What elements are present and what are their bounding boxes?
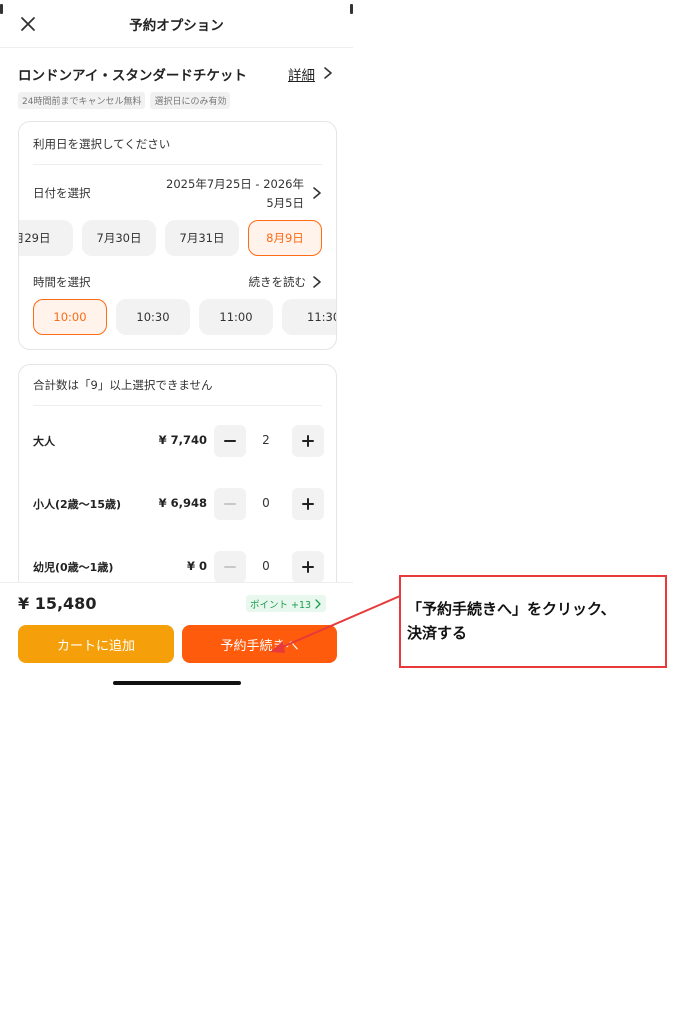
home-indicator bbox=[113, 681, 241, 685]
annotation-box: 「予約手続きへ」をクリック、 決済する bbox=[399, 575, 667, 668]
quantity-row-infant: 幼児(0歳〜1歳) ¥ 0 0 bbox=[19, 551, 336, 583]
add-to-cart-label: カートに追加 bbox=[56, 638, 135, 654]
ticket-tags: 24時間前までキャンセル無料 選択日にのみ有効 bbox=[18, 92, 231, 109]
schedule-card: 利用日を選択してください 日付を選択 2025年7月25日 - 2026年 5月… bbox=[18, 121, 337, 350]
time-option[interactable]: 11:00 bbox=[199, 299, 273, 335]
time-option-label: 11:30 bbox=[307, 310, 337, 324]
minus-icon bbox=[224, 440, 236, 442]
decrement-button[interactable] bbox=[214, 488, 246, 520]
booking-screen: 予約オプション ロンドンアイ・スタンダードチケット 詳細 24時間前までキャンセ… bbox=[0, 0, 353, 700]
date-range[interactable]: 2025年7月25日 - 2026年 5月5日 bbox=[144, 175, 304, 213]
plus-icon bbox=[302, 561, 314, 573]
quantity-label: 小人(2歳〜15歳) bbox=[33, 498, 122, 511]
proceed-to-booking-label: 予約手続きへ bbox=[220, 638, 299, 654]
time-option-label: 10:30 bbox=[136, 310, 170, 324]
quantity-price: ¥ 7,740 bbox=[158, 433, 207, 447]
time-option-selected[interactable]: 10:00 bbox=[33, 299, 107, 335]
checkout-footer: ¥ 15,480 ポイント +13 カートに追加 予約手続きへ bbox=[0, 582, 353, 700]
quantity-label: 幼児(0歳〜1歳) bbox=[33, 561, 114, 574]
date-option[interactable]: 7月29日 bbox=[19, 220, 73, 256]
ticket-title: ロンドンアイ・スタンダードチケット bbox=[18, 68, 247, 84]
annotation-line1: 「予約手続きへ」をクリック、 bbox=[407, 600, 616, 618]
annotation-line2: 決済する bbox=[407, 624, 468, 642]
date-option-label: 8月9日 bbox=[266, 231, 304, 245]
increment-button[interactable] bbox=[292, 551, 324, 583]
read-more-link[interactable]: 続きを読む bbox=[249, 274, 307, 290]
detail-link[interactable]: 詳細 bbox=[288, 64, 315, 84]
time-option-label: 11:00 bbox=[219, 310, 253, 324]
date-range-line2: 5月5日 bbox=[266, 196, 304, 210]
time-option[interactable]: 10:30 bbox=[116, 299, 190, 335]
date-option-selected[interactable]: 8月9日 bbox=[248, 220, 322, 256]
quantity-price: ¥ 6,948 bbox=[158, 496, 207, 510]
chevron-right-icon[interactable] bbox=[312, 275, 322, 289]
date-option-label: 7月29日 bbox=[19, 231, 51, 245]
date-option[interactable]: 7月31日 bbox=[165, 220, 239, 256]
quantity-row-child: 小人(2歳〜15歳) ¥ 6,948 0 bbox=[19, 488, 336, 520]
plus-icon bbox=[302, 435, 314, 447]
header: 予約オプション bbox=[0, 0, 353, 48]
date-label: 日付を選択 bbox=[33, 186, 91, 200]
increment-button[interactable] bbox=[292, 425, 324, 457]
date-range-line1: 2025年7月25日 - 2026年 bbox=[166, 177, 304, 191]
quantity-value: 0 bbox=[262, 559, 270, 573]
tag-cancellation: 24時間前までキャンセル無料 bbox=[18, 92, 146, 109]
plus-icon bbox=[302, 498, 314, 510]
time-options: 10:00 10:30 11:00 11:30 bbox=[19, 299, 337, 335]
minus-icon bbox=[224, 566, 236, 568]
date-option-label: 7月31日 bbox=[179, 231, 225, 245]
tag-validity: 選択日にのみ有効 bbox=[150, 92, 231, 109]
quantity-card: 合計数は「9」以上選択できません 大人 ¥ 7,740 2 小人(2歳〜15歳)… bbox=[18, 364, 337, 604]
time-option[interactable]: 11:30 bbox=[282, 299, 337, 335]
time-label: 時間を選択 bbox=[33, 275, 91, 289]
proceed-to-booking-button[interactable]: 予約手続きへ bbox=[182, 625, 337, 663]
decrement-button[interactable] bbox=[214, 425, 246, 457]
date-option[interactable]: 7月30日 bbox=[82, 220, 156, 256]
minus-icon bbox=[224, 503, 236, 505]
total-price: ¥ 15,480 bbox=[18, 594, 97, 613]
chevron-right-icon bbox=[315, 598, 321, 609]
points-badge[interactable]: ポイント +13 bbox=[246, 595, 327, 612]
date-options: 7月29日 7月30日 7月31日 8月9日 bbox=[19, 220, 336, 256]
quantity-notice: 合計数は「9」以上選択できません bbox=[33, 378, 213, 392]
add-to-cart-button[interactable]: カートに追加 bbox=[18, 625, 174, 663]
time-option-label: 10:00 bbox=[53, 310, 87, 324]
chevron-right-icon[interactable] bbox=[312, 186, 322, 200]
points-label: ポイント +13 bbox=[250, 599, 312, 611]
divider bbox=[33, 164, 322, 165]
quantity-value: 0 bbox=[262, 496, 270, 510]
quantity-price: ¥ 0 bbox=[186, 559, 207, 573]
quantity-value: 2 bbox=[262, 433, 270, 447]
chevron-right-icon[interactable] bbox=[322, 66, 334, 80]
schedule-heading: 利用日を選択してください bbox=[33, 137, 171, 151]
quantity-label: 大人 bbox=[33, 435, 55, 448]
decrement-button[interactable] bbox=[214, 551, 246, 583]
page-title: 予約オプション bbox=[129, 18, 224, 34]
date-option-label: 7月30日 bbox=[96, 231, 142, 245]
increment-button[interactable] bbox=[292, 488, 324, 520]
divider bbox=[33, 405, 322, 406]
quantity-row-adult: 大人 ¥ 7,740 2 bbox=[19, 425, 336, 457]
